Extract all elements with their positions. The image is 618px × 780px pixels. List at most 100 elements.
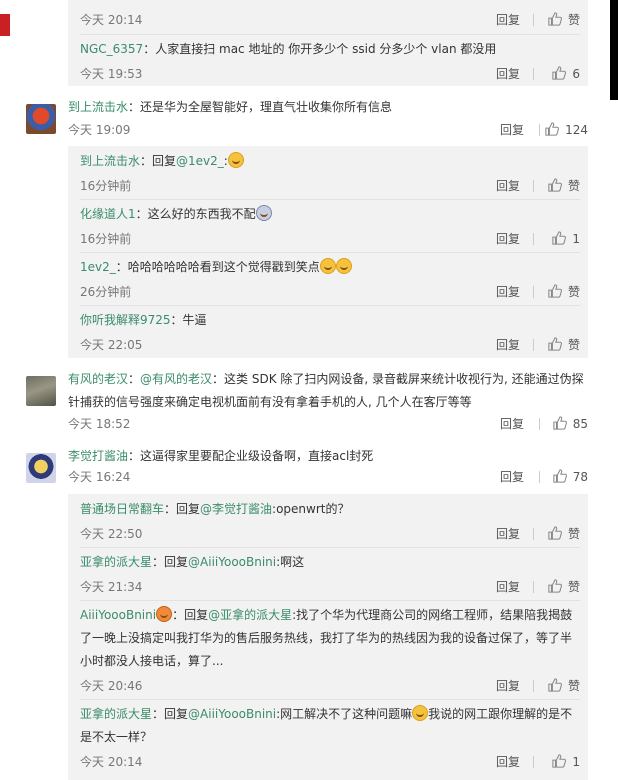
thumbs-up-icon — [548, 526, 562, 540]
reply-username[interactable]: 化缘道人1 — [80, 207, 136, 221]
like-count: 赞 — [567, 179, 580, 193]
reply-time: 今天 22:50 — [80, 527, 143, 541]
thumbs-up-icon — [552, 231, 567, 245]
comment-text: ：还是华为全屋智能好，理直气壮收集你所有信息 — [128, 100, 393, 114]
like-count: 6 — [572, 67, 580, 81]
reply-prefix: ：回复 — [164, 502, 201, 516]
mention-link[interactable]: @李觉打酱油 — [200, 502, 272, 516]
like-count: 赞 — [567, 13, 580, 27]
reply-button[interactable]: 回复 — [496, 676, 520, 696]
like-button[interactable]: 赞 — [532, 335, 580, 355]
reply-text: :openwrt的？ — [272, 502, 350, 516]
like-button[interactable]: 85 — [536, 414, 588, 434]
reply-item: 你听我解释9725：牛逼 今天 22:05 回复 赞 — [80, 309, 580, 355]
reply-prefix: ：回复 — [152, 707, 189, 721]
reply-button[interactable]: 回复 — [496, 335, 520, 355]
reply-button[interactable]: 回复 — [500, 467, 524, 487]
thumbs-up-icon — [552, 66, 567, 80]
avatar[interactable] — [26, 453, 56, 483]
reply-button[interactable]: 回复 — [496, 524, 520, 544]
comment-thread: 有风的老汉：@有风的老汉：这类 SDK 除了扫内网设备, 录音截屏来统计收视行为… — [26, 368, 588, 438]
reply-button[interactable]: 回复 — [496, 64, 520, 84]
comment-time: 今天 19:09 — [68, 123, 131, 137]
reply-username[interactable]: 普通场日常翻车 — [80, 502, 164, 516]
comment-time: 今天 16:24 — [68, 470, 131, 484]
reply-text: ：牛逼 — [170, 313, 207, 327]
divider — [80, 547, 580, 548]
page-side-decoration — [0, 0, 10, 780]
avatar[interactable] — [26, 376, 56, 406]
reply-username[interactable]: NGC_6357 — [80, 42, 143, 56]
reply-button[interactable]: 回复 — [500, 414, 524, 434]
like-count: 赞 — [567, 580, 580, 594]
reply-button[interactable]: 回复 — [496, 282, 520, 302]
like-button[interactable]: 赞 — [532, 176, 580, 196]
reply-button[interactable]: 回复 — [496, 577, 520, 597]
reply-list: 到上流击水：回复@1ev2_: 16分钟前 回复 赞 化缘道人1：这么好的东西我… — [68, 146, 588, 358]
like-button[interactable]: 1 — [532, 752, 580, 772]
comment-thread: 到上流击水：还是华为全屋智能好，理直气壮收集你所有信息 今天 19:09 回复 … — [26, 96, 588, 142]
reply-item: 亚拿的派大星：回复@AiiiYoooBnini:网工解决不了这种问题嘛 我说的网工… — [80, 703, 580, 772]
reply-time: 16分钟前 — [80, 232, 132, 246]
comment-username[interactable]: 李觉打酱油 — [68, 449, 128, 463]
like-button[interactable]: 赞 — [532, 577, 580, 597]
reply-time: 26分钟前 — [80, 285, 132, 299]
reply-item: NGC_6357：人家直接扫 mac 地址的 你开多少个 ssid 分多少个 v… — [80, 38, 580, 84]
reply-time: 今天 22:05 — [80, 338, 143, 352]
reply-username[interactable]: 到上流击水 — [80, 154, 140, 168]
thumbs-up-icon — [553, 416, 567, 430]
badge-emoji-icon — [156, 606, 173, 622]
like-count: 85 — [572, 417, 588, 431]
reply-time: 今天 20:14 — [80, 13, 143, 27]
mention-link[interactable]: @1ev2_ — [176, 154, 224, 168]
thumbs-up-icon — [548, 678, 562, 692]
like-button[interactable]: 赞 — [532, 676, 580, 696]
reply-button[interactable]: 回复 — [496, 229, 520, 249]
mention-link[interactable]: @AiiiYoooBnini — [188, 707, 276, 721]
reply-button[interactable]: 回复 — [496, 176, 520, 196]
reply-text: ：哈哈哈哈哈哈看到这个觉得戳到笑点 — [115, 260, 320, 274]
like-button[interactable]: 6 — [532, 64, 580, 84]
thumbs-up-icon — [545, 122, 560, 136]
comment-username[interactable]: 到上流击水 — [68, 100, 128, 114]
laugh-emoji-icon — [227, 152, 244, 168]
like-button[interactable]: 赞 — [532, 524, 580, 544]
sad-emoji-icon — [255, 205, 272, 221]
reply-button[interactable]: 回复 — [496, 752, 520, 772]
reply-prefix: ：回复 — [140, 154, 177, 168]
like-button[interactable]: 赞 — [532, 282, 580, 302]
page-edge — [610, 0, 618, 100]
reply-item: 亚拿的派大星：回复@AiiiYoooBnini:啊这 今天 21:34 回复 赞 — [80, 551, 580, 597]
reply-username[interactable]: 你听我解释9725 — [80, 313, 171, 327]
mention-link[interactable]: @有风的老汉 — [140, 372, 212, 386]
like-count: 1 — [572, 755, 580, 769]
reply-item: 1ev2_：哈哈哈哈哈哈看到这个觉得戳到笑点 26分钟前 回复 赞 — [80, 256, 580, 302]
like-count: 赞 — [567, 338, 580, 352]
like-button[interactable]: 124 — [536, 120, 588, 140]
reply-username[interactable]: AiiiYoooBnini — [80, 608, 156, 622]
mention-link[interactable]: @亚拿的派大星 — [208, 608, 292, 622]
thumbs-up-icon — [548, 284, 562, 298]
reply-item: 到上流击水：回复@1ev2_: 16分钟前 回复 赞 — [80, 150, 580, 196]
comment-username[interactable]: 有风的老汉 — [68, 372, 128, 386]
like-button[interactable]: 赞 — [532, 10, 580, 30]
divider — [80, 199, 580, 200]
mention-link[interactable]: @AiiiYoooBnini — [188, 555, 276, 569]
divider — [80, 305, 580, 306]
reply-button[interactable]: 回复 — [500, 120, 524, 140]
like-count: 赞 — [567, 679, 580, 693]
reply-text: ：这么好的东西我不配 — [135, 207, 256, 221]
reply-username[interactable]: 1ev2_ — [80, 260, 116, 274]
like-count: 78 — [572, 470, 588, 484]
avatar[interactable] — [26, 104, 56, 134]
like-button[interactable]: 1 — [532, 229, 580, 249]
reply-username[interactable]: 亚拿的派大星 — [80, 707, 152, 721]
reply-username[interactable]: 亚拿的派大星 — [80, 555, 152, 569]
thumbs-up-icon — [548, 12, 562, 26]
reply-prefix: ：回复 — [172, 608, 209, 622]
like-count: 1 — [572, 232, 580, 246]
like-button[interactable]: 78 — [536, 467, 588, 487]
comment-thread: 李觉打酱油：这逼得家里要配企业级设备啊，直接acl封死 今天 16:24 回复 … — [26, 445, 588, 491]
reply-button[interactable]: 回复 — [496, 10, 520, 30]
reply-prefix: ：回复 — [152, 555, 189, 569]
